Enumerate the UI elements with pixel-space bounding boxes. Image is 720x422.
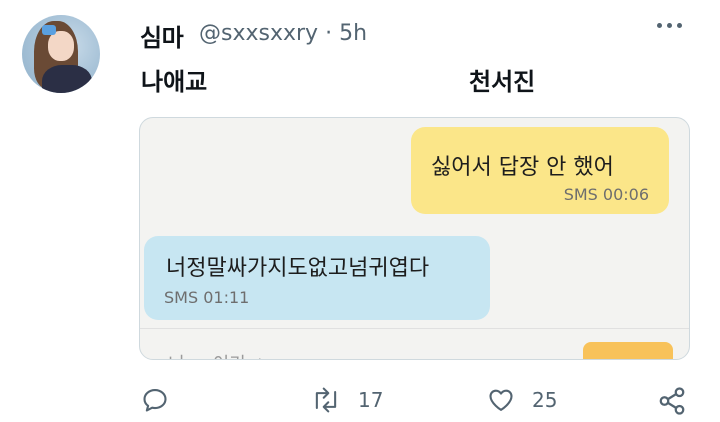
message-bubble-received: 너정말싸가지도없고넘귀엽다 SMS 01:11 — [144, 236, 490, 320]
message-bubble-sent: 싫어서 답장 안 했어 SMS 00:06 — [411, 127, 669, 214]
reply-icon — [143, 389, 167, 412]
handle-text: @sxxsxxry — [199, 21, 319, 46]
cut-off-text: 너 ㅡ 이기 ㅅ ... — [168, 350, 291, 359]
message-meta: SMS 00:06 — [563, 185, 649, 204]
dot — [657, 23, 662, 28]
message-meta: SMS 01:11 — [164, 288, 250, 307]
avatar-body — [42, 65, 92, 93]
message-bubble-partial — [583, 342, 673, 359]
share-button[interactable] — [657, 386, 687, 416]
share-icon — [659, 387, 685, 415]
action-bar: 17 25 — [0, 386, 720, 416]
dot — [677, 23, 682, 28]
retweet-count: 17 — [358, 388, 384, 412]
tweet-time[interactable]: 5h — [339, 21, 367, 46]
avatar[interactable] — [22, 15, 100, 93]
like-button[interactable]: 25 — [486, 386, 557, 414]
retweet-button[interactable]: 17 — [310, 386, 383, 414]
like-count: 25 — [532, 388, 558, 412]
more-options-icon[interactable] — [657, 23, 682, 28]
tweet-text-right: 천서진 — [469, 68, 536, 96]
dot — [667, 23, 672, 28]
avatar-bow — [42, 25, 56, 35]
separator: · — [325, 21, 333, 46]
divider — [140, 328, 689, 329]
avatar-face — [48, 31, 74, 61]
reply-button[interactable] — [141, 386, 169, 414]
message-text: 싫어서 답장 안 했어 — [431, 155, 614, 180]
author-name[interactable]: 심마 — [140, 18, 184, 53]
retweet-icon — [315, 387, 337, 413]
author-handle[interactable]: @sxxsxxry · 5h — [199, 21, 367, 46]
tweet-media-image[interactable]: 싫어서 답장 안 했어 SMS 00:06 너정말싸가지도없고넘귀엽다 SMS … — [139, 117, 690, 360]
message-text: 너정말싸가지도없고넘귀엽다 — [166, 256, 430, 281]
tweet-text-left: 나애교 — [141, 68, 208, 96]
heart-icon — [489, 389, 513, 411]
